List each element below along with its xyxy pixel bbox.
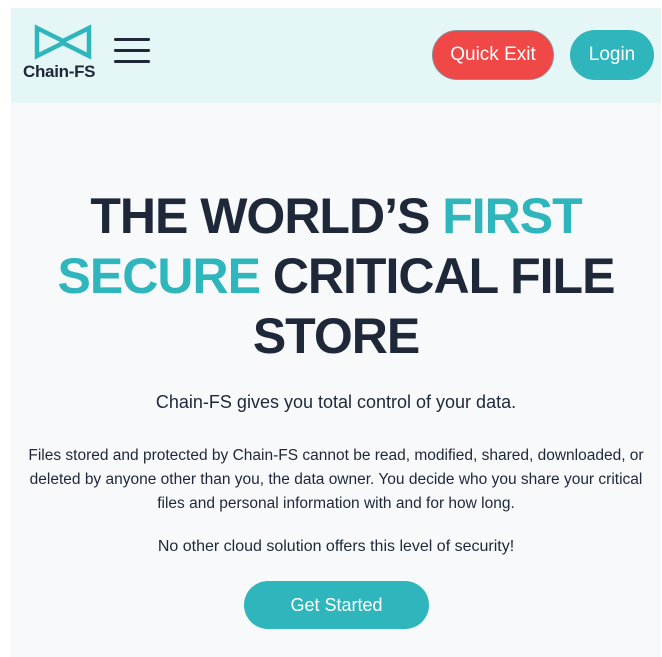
hero-description: Files stored and protected by Chain-FS c… — [28, 447, 644, 512]
hero-title: THE WORLD’S FIRST SECURE CRITICAL FILE S… — [31, 186, 641, 366]
quick-exit-button[interactable]: Quick Exit — [432, 30, 554, 80]
chain-fs-logo-icon — [34, 24, 92, 60]
page: Chain-FS Quick Exit Login THE WORLD’S FI… — [11, 8, 661, 657]
get-started-button[interactable]: Get Started — [244, 581, 429, 629]
logo[interactable]: Chain-FS — [23, 24, 105, 84]
logo-text: Chain-FS — [23, 62, 96, 81]
hamburger-menu-icon[interactable] — [111, 36, 151, 68]
hero-title-part2: CRITICAL FILE STORE — [252, 248, 616, 364]
hero-title-part1: THE WORLD’S — [90, 188, 443, 244]
hero-closing-line: No other cloud solution offers this leve… — [157, 538, 515, 555]
header-bar: Chain-FS Quick Exit Login — [11, 8, 661, 103]
hero-tagline: Chain-FS gives you total control of your… — [155, 392, 517, 412]
login-button[interactable]: Login — [570, 30, 654, 80]
